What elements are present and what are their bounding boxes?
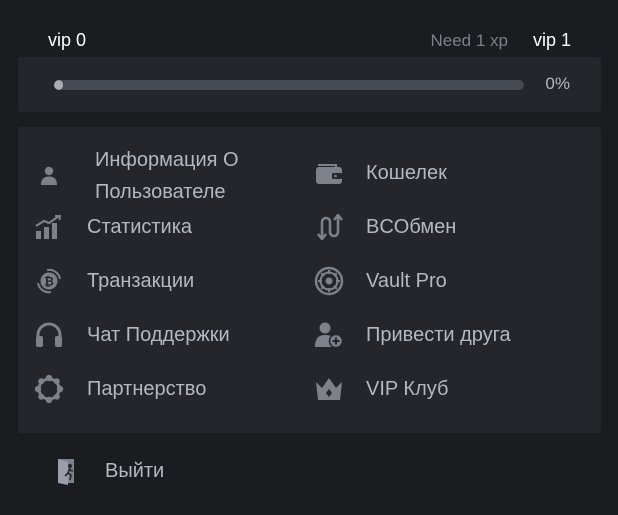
menu-item-support-chat[interactable]: Чат Поддержки [34, 319, 230, 351]
menu-item-label: Партнерство [87, 378, 207, 400]
vault-icon [314, 266, 344, 296]
next-vip-level: vip 1 [532, 30, 571, 50]
menu-item-label: Информация О Пользователе [95, 149, 239, 203]
menu-item-label: BCОбмен [366, 216, 457, 238]
menu-item-label: VIP Клуб [366, 378, 449, 400]
menu-item-refer-friend[interactable]: Привести друга [314, 319, 511, 351]
menu-item-label: Vault Pro [366, 270, 447, 292]
menu-item-label: Статистика [87, 216, 193, 238]
logout-button[interactable]: Выйти [52, 456, 164, 486]
menu-item-label: Кошелек [366, 162, 447, 184]
menu-item-statistics[interactable]: Статистика [34, 211, 192, 243]
menu-item-partnership[interactable]: Партнерство [34, 373, 206, 405]
vip-progress-percent: 0% [545, 74, 570, 93]
logout-label: Выйти [105, 459, 165, 482]
logout-icon [52, 456, 82, 486]
user-icon [34, 161, 64, 191]
transactions-icon: ₿ [34, 266, 64, 296]
current-vip-level: vip 0 [48, 30, 87, 50]
vip-progress-fill [54, 80, 64, 90]
wallet-icon [314, 158, 344, 188]
exchange-icon [314, 212, 344, 242]
xp-needed: Need 1 xp [430, 31, 509, 50]
vip-progress-bar [54, 80, 524, 90]
svg-text:₿: ₿ [44, 275, 54, 289]
crown-icon [314, 374, 344, 404]
add-friend-icon [314, 320, 344, 350]
vip-progress-card: 0% [18, 57, 601, 112]
menu-item-label: Привести друга [366, 324, 511, 346]
menu-item-user-info[interactable]: Информация О Пользователе [34, 144, 285, 208]
menu-item-wallet[interactable]: Кошелек [314, 157, 447, 189]
menu-item-label: Транзакции [87, 270, 195, 292]
vip-level-header: vip 0 Need 1 xp vip 1 [0, 28, 618, 56]
headphones-icon [34, 320, 64, 350]
menu-item-label: Чат Поддержки [87, 324, 230, 346]
statistics-icon [34, 212, 64, 242]
menu-item-vip-club[interactable]: VIP Клуб [314, 373, 448, 405]
menu-item-transactions[interactable]: ₿ Транзакции [34, 265, 194, 297]
partnership-icon [34, 374, 64, 404]
menu-item-bc-exchange[interactable]: BCОбмен [314, 211, 456, 243]
menu-item-vault-pro[interactable]: Vault Pro [314, 265, 447, 297]
